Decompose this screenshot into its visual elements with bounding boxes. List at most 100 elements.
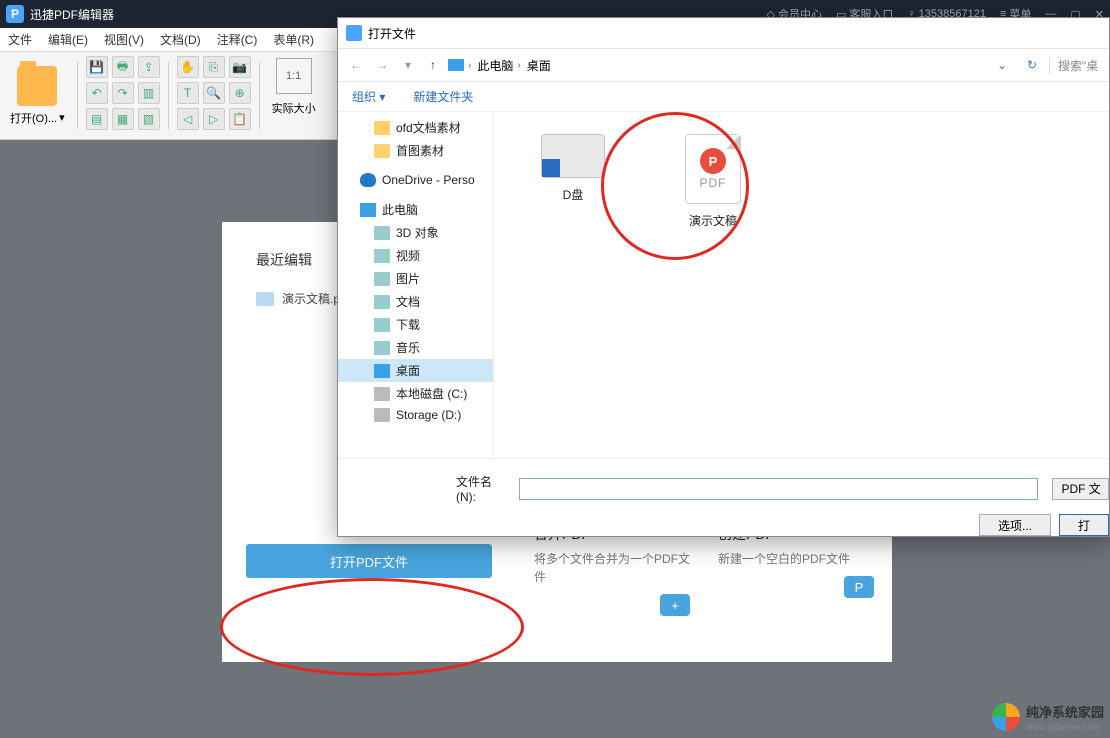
path-folder: 桌面 xyxy=(527,57,551,74)
file-label: D盘 xyxy=(563,186,584,203)
app-logo-icon: P xyxy=(6,5,24,23)
path-dropdown[interactable]: ⌄ xyxy=(997,58,1007,72)
separator xyxy=(168,62,169,129)
merge-icon: + xyxy=(660,594,690,616)
menu-annot[interactable]: 注释(C) xyxy=(209,28,266,51)
zoom-tool[interactable]: ⊕ xyxy=(229,82,251,104)
options-button[interactable]: 选项... xyxy=(979,514,1051,536)
watermark-text: 纯净系统家园 xyxy=(1026,705,1104,720)
tree-onedrive[interactable]: OneDrive - Perso xyxy=(338,170,493,190)
dialog-titlebar: 打开文件 xyxy=(338,18,1109,48)
create-icon: P xyxy=(844,576,874,598)
open-button[interactable]: 打 xyxy=(1059,514,1109,536)
separator xyxy=(77,62,78,129)
file-content-area[interactable]: D盘 P PDF 演示文稿 xyxy=(494,112,1109,458)
path-bar[interactable]: › 此电脑› 桌面 ⌄ xyxy=(448,57,1015,74)
nav-back-button[interactable]: ← xyxy=(346,58,366,72)
nav-forward-button[interactable]: → xyxy=(372,58,392,72)
filename-label: 文件名(N): xyxy=(456,473,511,504)
tool-btn-b[interactable]: ▤ xyxy=(86,108,108,130)
tool-btn-c[interactable]: ▦ xyxy=(112,108,134,130)
clipboard-tool[interactable]: 📋 xyxy=(229,108,251,130)
redo-button[interactable]: ↷ xyxy=(112,82,134,104)
open-button[interactable]: 打开(O)...▾ xyxy=(6,56,69,135)
actual-size-label: 实际大小 xyxy=(272,100,316,116)
folder-icon xyxy=(374,144,390,158)
tool-col-1: 💾 🖶 ⇪ ↶ ↷ ▥ ▤ ▦ ▧ xyxy=(86,56,160,135)
disk-icon xyxy=(374,387,390,401)
tree-documents[interactable]: 文档 xyxy=(338,290,493,313)
app-title: 迅捷PDF编辑器 xyxy=(30,6,114,23)
merge-desc: 将多个文件合并为一个PDF文件 xyxy=(534,550,690,586)
file-presentation-pdf[interactable]: P PDF 演示文稿 xyxy=(668,134,758,436)
file-icon xyxy=(256,292,274,306)
file-open-dialog: 打开文件 ← → ▾ ↑ › 此电脑› 桌面 ⌄ ↻ 搜索"桌 组织 ▾ 新建文… xyxy=(337,17,1110,537)
tree-ofd[interactable]: ofd文档素材 xyxy=(338,116,493,139)
tree-music[interactable]: 音乐 xyxy=(338,336,493,359)
menu-edit[interactable]: 编辑(E) xyxy=(40,28,96,51)
actual-size-button[interactable]: 1:1 xyxy=(276,58,312,94)
nav-recent-button[interactable]: ▾ xyxy=(398,58,418,72)
menu-file[interactable]: 文件 xyxy=(0,28,40,51)
objects-icon xyxy=(374,226,390,240)
pc-icon xyxy=(360,203,376,217)
open-pdf-button[interactable]: 打开PDF文件 xyxy=(246,544,492,578)
page-prev[interactable]: ◁ xyxy=(177,108,199,130)
search-tool[interactable]: 🔍 xyxy=(203,82,225,104)
folder-icon xyxy=(374,121,390,135)
select-tool[interactable]: ⎘ xyxy=(203,56,225,78)
separator xyxy=(259,62,260,129)
tree-video[interactable]: 视频 xyxy=(338,244,493,267)
folder-open-icon xyxy=(17,66,57,106)
dialog-app-icon xyxy=(346,25,362,41)
create-desc: 新建一个空白的PDF文件 xyxy=(718,550,874,568)
create-pdf-card[interactable]: 创建PDF 新建一个空白的PDF文件 P xyxy=(718,524,874,616)
tree-downloads[interactable]: 下载 xyxy=(338,313,493,336)
menu-view[interactable]: 视图(V) xyxy=(96,28,152,51)
path-root: 此电脑› xyxy=(477,57,520,74)
dialog-toolbar: 组织 ▾ 新建文件夹 xyxy=(338,82,1109,112)
refresh-button[interactable]: ↻ xyxy=(1021,58,1043,72)
file-d-disk[interactable]: D盘 xyxy=(528,134,618,436)
pc-icon xyxy=(448,59,464,71)
video-icon xyxy=(374,249,390,263)
tree-pictures[interactable]: 图片 xyxy=(338,267,493,290)
tree-cdisk[interactable]: 本地磁盘 (C:) xyxy=(338,382,493,405)
recent-file-name: 演示文稿.p xyxy=(282,290,340,307)
actions-row: 合并PDF 将多个文件合并为一个PDF文件 + 创建PDF 新建一个空白的PDF… xyxy=(534,524,874,616)
search-input[interactable]: 搜索"桌 xyxy=(1049,57,1101,74)
nav-up-button[interactable]: ↑ xyxy=(424,58,442,72)
text-tool[interactable]: T xyxy=(177,82,199,104)
new-folder-button[interactable]: 新建文件夹 xyxy=(413,88,473,105)
print-button[interactable]: 🖶 xyxy=(112,56,134,78)
page-next[interactable]: ▷ xyxy=(203,108,225,130)
tree-this-pc[interactable]: 此电脑 xyxy=(338,198,493,221)
menu-form[interactable]: 表单(R) xyxy=(265,28,322,51)
file-label: 演示文稿 xyxy=(689,212,737,229)
dialog-footer: 文件名(N): PDF 文 选项... 打 xyxy=(338,458,1109,536)
camera-tool[interactable]: 📷 xyxy=(229,56,251,78)
tree-3d[interactable]: 3D 对象 xyxy=(338,221,493,244)
downloads-icon xyxy=(374,318,390,332)
watermark: 纯净系统家园 www.yidaimei.com xyxy=(992,702,1104,732)
tree-sutu[interactable]: 首图素材 xyxy=(338,139,493,162)
merge-pdf-card[interactable]: 合并PDF 将多个文件合并为一个PDF文件 + xyxy=(534,524,690,616)
organize-button[interactable]: 组织 ▾ xyxy=(352,88,385,105)
undo-button[interactable]: ↶ xyxy=(86,82,108,104)
tool-btn-d[interactable]: ▧ xyxy=(138,108,160,130)
filename-input[interactable] xyxy=(519,478,1039,500)
save-button[interactable]: 💾 xyxy=(86,56,108,78)
watermark-url: www.yidaimei.com xyxy=(1026,722,1104,732)
hand-tool[interactable]: ✋ xyxy=(177,56,199,78)
tree-desktop[interactable]: 桌面 xyxy=(338,359,493,382)
dialog-title: 打开文件 xyxy=(368,25,416,42)
tool-btn-a[interactable]: ▥ xyxy=(138,82,160,104)
tree-storage[interactable]: Storage (D:) xyxy=(338,405,493,425)
menu-doc[interactable]: 文档(D) xyxy=(152,28,209,51)
export-button[interactable]: ⇪ xyxy=(138,56,160,78)
filetype-select[interactable]: PDF 文 xyxy=(1052,478,1109,500)
chevron-down-icon: ▾ xyxy=(59,111,65,124)
desktop-icon xyxy=(374,364,390,378)
open-label: 打开(O)... xyxy=(10,110,57,126)
zoom-group: 1:1 实际大小 xyxy=(268,56,320,135)
